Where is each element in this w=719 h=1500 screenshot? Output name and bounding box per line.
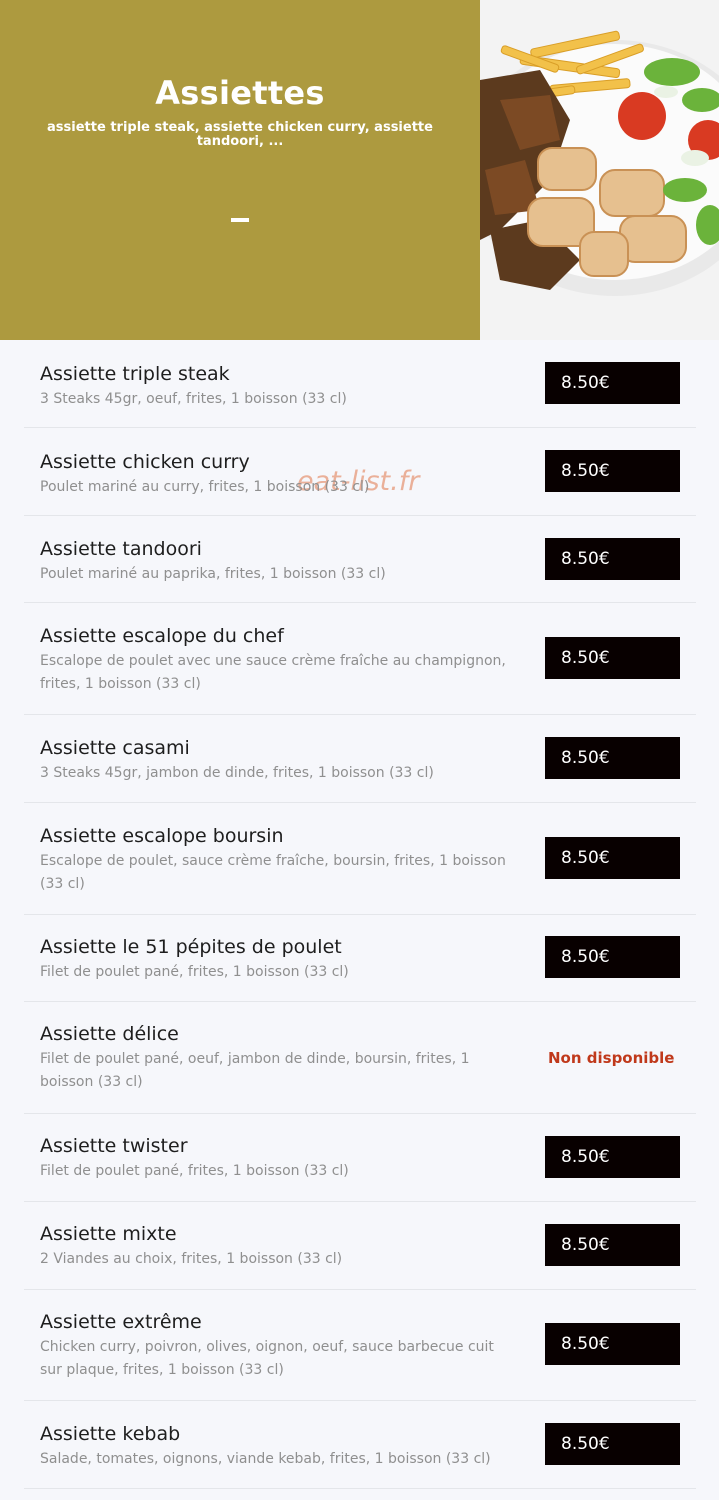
- item-description: 3 Steaks 45gr, oeuf, frites, 1 boisson (…: [40, 391, 347, 407]
- menu-item-row[interactable]: Assiette twister Filet de poulet pané, f…: [24, 1114, 696, 1202]
- unavailable-label: Non disponible: [548, 1049, 675, 1067]
- menu-item-row[interactable]: Assiette kebab Salade, tomates, oignons,…: [24, 1401, 696, 1489]
- menu-item-row[interactable]: Assiette escalope du chef Escalope de po…: [24, 603, 696, 715]
- menu-item-row[interactable]: Assiette triple steak 3 Steaks 45gr, oeu…: [24, 340, 696, 428]
- menu-item-row[interactable]: Assiette extrême Chicken curry, poivron,…: [24, 1290, 696, 1401]
- category-banner: Assiettes assiette triple steak, assiett…: [0, 0, 480, 340]
- item-name: Assiette triple steak: [40, 363, 230, 385]
- price-button[interactable]: 8.50€: [545, 1224, 680, 1266]
- menu-item-row[interactable]: Assiette mixte 2 Viandes au choix, frite…: [24, 1202, 696, 1290]
- item-name: Assiette extrême: [40, 1311, 202, 1333]
- category-title: Assiettes: [155, 74, 325, 112]
- price-button[interactable]: 8.50€: [545, 837, 680, 879]
- item-description: 2 Viandes au choix, frites, 1 boisson (3…: [40, 1251, 343, 1267]
- menu-item-row[interactable]: Assiette le 51 pépites de poulet Filet d…: [24, 915, 696, 1002]
- item-name: Assiette escalope du chef: [40, 625, 284, 647]
- price-button[interactable]: 8.50€: [545, 1136, 680, 1178]
- title-divider: [231, 218, 249, 222]
- item-description: Escalope de poulet avec une sauce crème …: [40, 653, 506, 692]
- price-button[interactable]: 8.50€: [545, 936, 680, 978]
- menu-item-row[interactable]: Assiette délice Filet de poulet pané, oe…: [24, 1002, 696, 1114]
- item-description: Filet de poulet pané, frites, 1 boisson …: [40, 1163, 349, 1179]
- plate-food-image: [480, 0, 719, 340]
- item-description: Salade, tomates, oignons, viande kebab, …: [40, 1451, 491, 1467]
- item-description: Filet de poulet pané, frites, 1 boisson …: [40, 964, 349, 980]
- price-button[interactable]: 8.50€: [545, 362, 680, 404]
- price-button[interactable]: 8.50€: [545, 1323, 680, 1365]
- item-description: Escalope de poulet, sauce crème fraîche,…: [40, 853, 506, 892]
- category-subtitle: assiette triple steak, assiette chicken …: [47, 120, 433, 149]
- price-button[interactable]: 8.50€: [545, 450, 680, 492]
- item-name: Assiette chicken curry: [40, 451, 250, 473]
- menu-item-row[interactable]: Assiette tandoori Poulet mariné au papri…: [24, 516, 696, 603]
- category-header: Assiettes assiette triple steak, assiett…: [0, 0, 719, 340]
- item-name: Assiette délice: [40, 1023, 179, 1045]
- menu-item-row[interactable]: Assiette casami 3 Steaks 45gr, jambon de…: [24, 715, 696, 803]
- item-description: Poulet mariné au curry, frites, 1 boisso…: [40, 479, 370, 495]
- price-button[interactable]: 8.50€: [545, 637, 680, 679]
- item-description: 3 Steaks 45gr, jambon de dinde, frites, …: [40, 765, 434, 781]
- item-name: Assiette casami: [40, 737, 190, 759]
- item-name: Assiette twister: [40, 1135, 188, 1157]
- menu-item-list: Assiette triple steak 3 Steaks 45gr, oeu…: [0, 340, 719, 1489]
- item-description: Poulet mariné au paprika, frites, 1 bois…: [40, 566, 386, 582]
- item-name: Assiette kebab: [40, 1423, 181, 1445]
- price-button[interactable]: 8.50€: [545, 1423, 680, 1465]
- item-name: Assiette escalope boursin: [40, 825, 284, 847]
- item-name: Assiette mixte: [40, 1223, 177, 1245]
- category-photo: [480, 0, 719, 340]
- item-name: Assiette tandoori: [40, 538, 202, 560]
- menu-item-row[interactable]: Assiette escalope boursin Escalope de po…: [24, 803, 696, 915]
- price-button[interactable]: 8.50€: [545, 737, 680, 779]
- item-description: Filet de poulet pané, oeuf, jambon de di…: [40, 1051, 470, 1090]
- item-name: Assiette le 51 pépites de poulet: [40, 936, 342, 958]
- menu-item-row[interactable]: Assiette chicken curry Poulet mariné au …: [24, 428, 696, 516]
- price-button[interactable]: 8.50€: [545, 538, 680, 580]
- item-description: Chicken curry, poivron, olives, oignon, …: [40, 1339, 494, 1378]
